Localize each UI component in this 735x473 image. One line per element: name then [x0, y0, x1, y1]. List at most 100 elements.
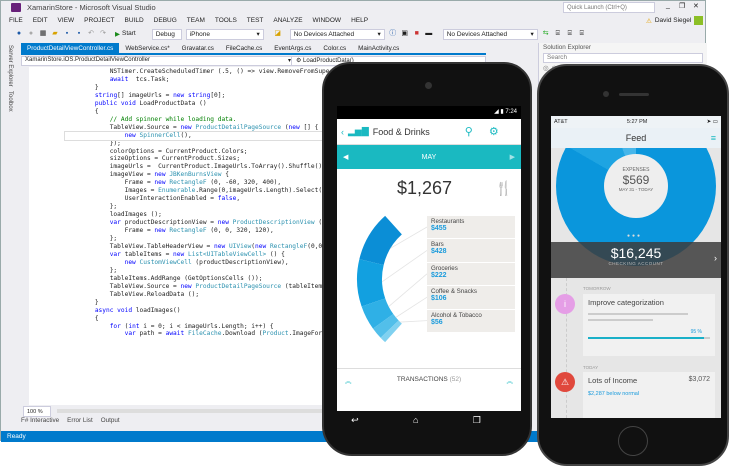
category-dropdown[interactable]: Food & Drinks [373, 127, 461, 137]
legend-name: Groceries [431, 264, 458, 272]
menu-item-file[interactable]: FILE [9, 17, 23, 24]
card-title: Improve categorization [588, 298, 664, 307]
gear-icon[interactable]: ⚙ [489, 125, 499, 138]
donut-segment-1[interactable] [357, 259, 386, 307]
code-token: Frame = [124, 179, 155, 187]
tool-icon[interactable]: ⌸ [554, 30, 562, 38]
code-token: new [217, 219, 229, 227]
feed-card-categorization[interactable]: Improve categorization 95 % [583, 294, 715, 356]
save-all-icon[interactable]: ▪ [75, 30, 83, 38]
transactions-bar[interactable]: ︽ TRANSACTIONS (52) ︽ [337, 368, 521, 390]
devices-select-1[interactable]: No Devices Attached ▾ [289, 28, 385, 40]
android-nav-bar: ↩ ⌂ ❐ [324, 410, 508, 430]
info-icon[interactable]: ⓘ [389, 30, 397, 38]
leader-line [388, 273, 428, 307]
tab-error-list[interactable]: Error List [67, 417, 93, 424]
code-token: // Add spinner while loading data. [109, 115, 237, 123]
document-tab[interactable]: Gravatar.cs [176, 43, 220, 53]
devices-select-2[interactable]: No Devices Attached ▾ [442, 28, 538, 40]
document-tab[interactable]: ProductDetailViewController.cs [21, 43, 120, 53]
card-description-placeholder [588, 313, 688, 315]
document-tab[interactable]: EventArgs.cs [268, 43, 317, 53]
hamburger-menu-icon[interactable]: ≡ [711, 128, 716, 148]
code-token: CustomViewCell [139, 258, 192, 266]
code-token: (productDescriptionView), [191, 258, 289, 266]
document-tab[interactable]: MainActivity.cs [352, 43, 405, 53]
prev-month-icon[interactable]: ◀ [343, 153, 348, 161]
code-token: await [109, 75, 129, 83]
document-tab[interactable]: Color.cs [317, 43, 352, 53]
menu-item-project[interactable]: PROJECT [84, 17, 114, 24]
menu-item-test[interactable]: TEST [247, 17, 264, 24]
minimize-button[interactable]: _ [666, 2, 670, 9]
save-icon[interactable]: ▪ [63, 30, 71, 38]
menu-item-build[interactable]: BUILD [125, 17, 144, 24]
code-token: new [154, 171, 166, 179]
tool-icon[interactable]: ⌸ [566, 30, 574, 38]
next-month-icon[interactable]: ▶ [510, 153, 515, 161]
toolbox-tab[interactable]: Toolbox [7, 91, 13, 112]
undo-icon[interactable]: ↶ [87, 30, 95, 38]
recents-nav-icon[interactable]: ❐ [473, 415, 481, 426]
user-name: David Siegel [654, 17, 692, 24]
legend-item[interactable]: Restaurants $455 [427, 216, 515, 240]
home-button[interactable] [618, 426, 648, 456]
type-dropdown[interactable]: XamarinStore.iOS.ProductDetailViewContro… [22, 57, 292, 65]
home-nav-icon[interactable]: ⌂ [413, 415, 418, 425]
close-button[interactable]: ✕ [693, 2, 699, 10]
deploy-icon[interactable]: ■ [413, 30, 421, 38]
code-token: .Range(0,imageUrls.Length).Select(x=> [195, 187, 337, 195]
back-nav-icon[interactable]: ↩ [351, 415, 359, 426]
restore-button[interactable]: ❐ [679, 2, 685, 10]
feed-card-income[interactable]: Lots of Income $3,072 $2,287 below normal [583, 372, 715, 418]
legend-item[interactable]: Bars $428 [427, 239, 515, 263]
menu-item-help[interactable]: HELP [351, 17, 368, 24]
code-token: path = [135, 330, 166, 338]
solution-search-input[interactable]: Search [543, 53, 703, 63]
menu-item-window[interactable]: WINDOW [313, 17, 342, 24]
document-tab[interactable]: WebService.cs* [119, 43, 175, 53]
redo-icon[interactable]: ↷ [99, 30, 107, 38]
search-icon[interactable]: ⚲ [465, 125, 473, 138]
legend-item[interactable]: Coffee & Snacks $106 [427, 286, 515, 310]
menu-item-tools[interactable]: TOOLS [215, 17, 237, 24]
user-account[interactable]: ⚠ David Siegel [646, 16, 704, 25]
tab-fsharp-interactive[interactable]: F# Interactive [21, 417, 59, 424]
warning-icon: ⚠ [646, 17, 652, 25]
code-token: ProductDetailPageSource [195, 282, 282, 290]
account-balance-band[interactable]: $16,245 CHECKING ACCOUNT › [551, 242, 721, 278]
menu-item-team[interactable]: TEAM [187, 17, 205, 24]
transactions-count: (52) [449, 376, 462, 383]
left-tool-strip: Server Explorer Toolbox [1, 43, 21, 428]
tool-icon[interactable]: ⇆ [542, 30, 550, 38]
back-icon[interactable]: ‹ [341, 127, 344, 137]
start-button[interactable]: ▶ Start [115, 30, 136, 38]
new-project-icon[interactable]: ▦ [39, 30, 47, 38]
device-icon[interactable]: ◪ [274, 30, 282, 38]
device-value: iPhone [189, 30, 210, 38]
tool-icon[interactable]: ⌸ [578, 30, 586, 38]
menu-item-debug[interactable]: DEBUG [154, 17, 177, 24]
quick-launch-input[interactable]: Quick Launch (Ctrl+Q) [563, 2, 655, 13]
back-icon[interactable]: ● [15, 30, 23, 38]
device-select[interactable]: iPhone ▾ [185, 28, 264, 40]
devices-value-2: No Devices Attached [446, 30, 508, 38]
menu-item-analyze[interactable]: ANALYZE [273, 17, 302, 24]
legend-item[interactable]: Alcohol & Tobacco $56 [427, 310, 515, 333]
menu-item-view[interactable]: VIEW [58, 17, 75, 24]
tab-output[interactable]: Output [101, 417, 120, 424]
simulator-icon[interactable]: ▣ [401, 30, 409, 38]
document-tab[interactable]: FileCache.cs [220, 43, 268, 53]
legend-item[interactable]: Groceries $222 [427, 263, 515, 287]
server-explorer-tab[interactable]: Server Explorer [7, 45, 13, 87]
zoom-select[interactable]: 100 % [23, 406, 51, 417]
configuration-select[interactable]: Debug [151, 28, 182, 40]
forward-icon[interactable]: ● [27, 30, 35, 38]
balance-amount: $16,245 [610, 245, 662, 261]
menu-item-edit[interactable]: EDIT [33, 17, 48, 24]
open-icon[interactable]: ▰ [51, 30, 59, 38]
terminal-icon[interactable]: ▬ [425, 30, 433, 38]
code-token: (), [180, 131, 192, 139]
donut-segment-0[interactable] [359, 215, 402, 265]
code-token: new [288, 123, 300, 131]
